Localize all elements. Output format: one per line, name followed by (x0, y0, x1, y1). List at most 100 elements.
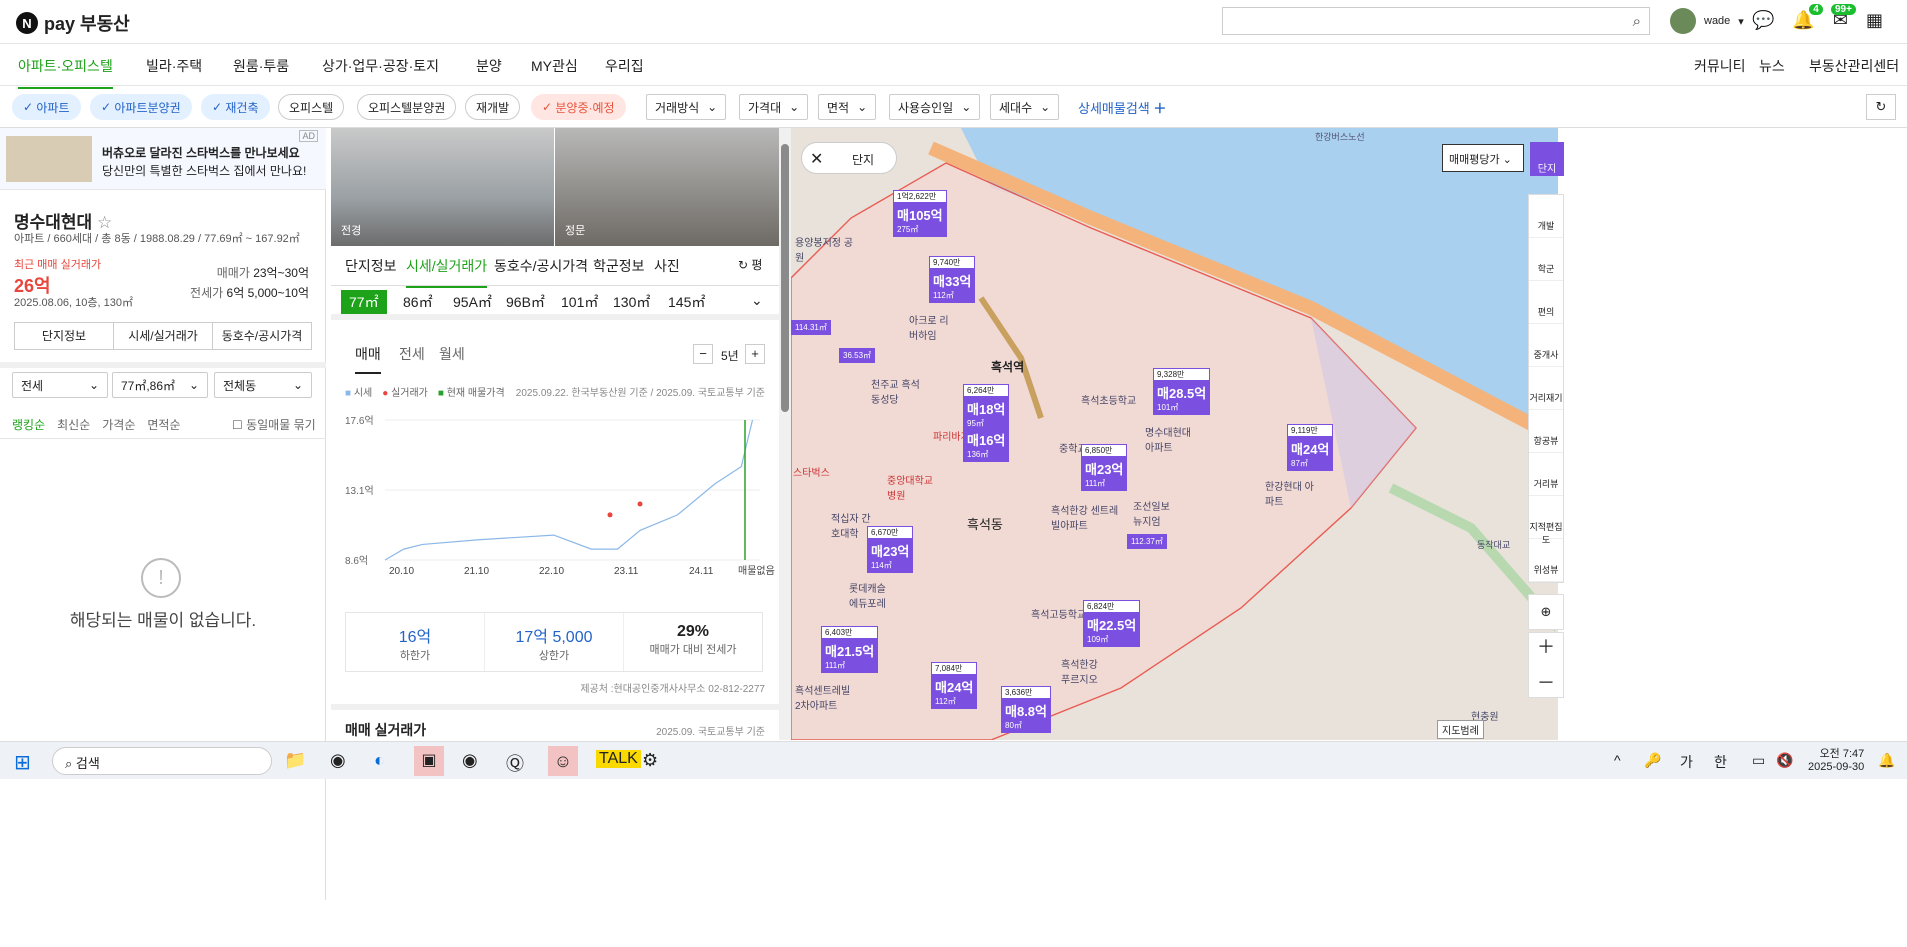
price-type-select[interactable]: 매매평당가 ⌄ (1442, 144, 1524, 172)
nav-apartment[interactable]: 아파트·오피스텔 (18, 56, 113, 89)
nav-news[interactable]: 뉴스 (1759, 56, 1785, 76)
select-dong[interactable]: 전체동 ⌄ (214, 372, 312, 398)
deal-tab-jeonse[interactable]: 전세 (399, 344, 425, 364)
notification-icon[interactable]: 🔔 (1878, 752, 1895, 769)
size-77[interactable]: 77㎡ (341, 290, 387, 314)
chip-officetel[interactable]: 오피스텔 (278, 94, 345, 120)
price-marker[interactable]: 1억2,622만 매105억 275㎡ (893, 190, 947, 237)
chip-rebuild[interactable]: ✓ 재건축 (201, 94, 270, 120)
nav-villa[interactable]: 빌라·주택 (146, 56, 202, 76)
dd-price[interactable]: 가격대 ⌄ (739, 94, 809, 120)
nav-oneroom[interactable]: 원룸·투룸 (233, 56, 289, 76)
tab-photo[interactable]: 사진 (654, 256, 680, 276)
network-app-icon[interactable]: ⚙ (642, 750, 658, 771)
zoom-out-button[interactable]: － (1529, 669, 1563, 695)
apps-grid-icon[interactable]: ▦ (1866, 10, 1883, 31)
select-size[interactable]: 77㎡,86㎡ ⌄ (112, 372, 208, 398)
nav-home[interactable]: 우리집 (605, 56, 644, 76)
ime-mode[interactable]: 한 (1714, 752, 1727, 772)
search-icon[interactable]: ⌕ (1633, 13, 1641, 30)
ad-banner[interactable]: AD 버츄오로 달라진 스타벅스를 만나보세요 당신만의 특별한 스타벅스 집에… (0, 128, 326, 190)
logo[interactable]: Npay 부동산 (16, 10, 130, 36)
btn-price[interactable]: 시세/실거래가 (114, 323, 213, 349)
nav-community[interactable]: 커뮤니티 (1694, 56, 1746, 76)
sort-ranking[interactable]: 랭킹순 (12, 416, 45, 433)
size-130[interactable]: 130㎡ (613, 292, 650, 312)
windows-start-icon[interactable]: ⊞ (14, 750, 31, 775)
price-marker[interactable]: 9,740만 매33억 112㎡ (929, 256, 976, 303)
dd-households[interactable]: 세대수 ⌄ (990, 94, 1060, 120)
price-marker[interactable]: 36.53㎡ (839, 348, 876, 363)
tab-price[interactable]: 시세/실거래가 (406, 256, 488, 288)
detail-search-button[interactable]: 상세매물검색 ＋ (1078, 98, 1166, 117)
price-marker[interactable]: 112.37㎡ (1127, 534, 1167, 549)
deal-tab-sale[interactable]: 매매 (355, 344, 381, 374)
chat-icon[interactable]: 💬 (1752, 10, 1774, 31)
tab-unit[interactable]: 동호수/공시가격 (494, 256, 588, 276)
search-input[interactable]: ⌕ (1222, 7, 1650, 35)
select-deal[interactable]: 전세 ⌄ (12, 372, 108, 398)
price-marker[interactable]: 6,403만 매21.5억 111㎡ (821, 626, 879, 673)
mail-icon[interactable]: ✉ 99+ (1830, 4, 1856, 31)
nav-commercial[interactable]: 상가·업무·공장·토지 (322, 56, 439, 76)
chrome-icon[interactable]: ◉ (330, 750, 346, 771)
price-marker[interactable]: 9,119만 매24억 87㎡ (1287, 424, 1334, 471)
dd-area[interactable]: 면적 ⌄ (818, 94, 877, 120)
deal-tab-monthly[interactable]: 월세 (439, 344, 465, 364)
price-marker[interactable]: 매16억 136㎡ (963, 428, 1010, 462)
tab-complex-info[interactable]: 단지정보 (345, 256, 397, 276)
pyeong-toggle[interactable]: ↻ 평 (738, 256, 762, 273)
map-tool-편의[interactable]: 편의 (1529, 281, 1563, 324)
dd-deal-type[interactable]: 거래방식 ⌄ (646, 94, 727, 120)
kakaotalk-icon[interactable]: TALK (596, 750, 641, 768)
chip-apartment[interactable]: ✓ 아파트 (12, 94, 81, 120)
scrollbar-thumb[interactable] (781, 144, 789, 412)
map-tool-중개사[interactable]: 중개사 (1529, 324, 1563, 367)
user-menu[interactable]: wade ▾ (1670, 8, 1744, 34)
price-marker[interactable]: 6,824만 매22.5억 109㎡ (1083, 600, 1141, 647)
chevron-down-icon[interactable]: ⌄ (751, 292, 763, 309)
scrollbar[interactable] (779, 128, 791, 740)
map-tool-거리뷰[interactable]: 거리뷰 (1529, 453, 1563, 496)
price-marker[interactable]: 7,084만 매24억 112㎡ (931, 662, 978, 709)
chip-redevelop[interactable]: 재개발 (465, 94, 521, 120)
map-legend-button[interactable]: 지도범례 (1437, 720, 1484, 739)
chip-apartment-presale[interactable]: ✓ 아파트분양권 (90, 94, 192, 120)
ime-hangul[interactable]: 가 (1680, 752, 1693, 772)
nav-my[interactable]: MY관심 (531, 56, 578, 76)
sort-latest[interactable]: 최신순 (57, 416, 90, 433)
file-explorer-icon[interactable]: 📁 (284, 750, 306, 771)
map-tool-학군[interactable]: 학군 (1529, 238, 1563, 281)
price-marker[interactable]: 9,328만 매28.5억 101㎡ (1153, 368, 1211, 415)
edge-icon[interactable]: ◐ (374, 750, 385, 771)
price-marker[interactable]: 3,636만 매8.8억 80㎡ (1001, 686, 1051, 733)
sort-area[interactable]: 면적순 (147, 416, 180, 433)
size-86[interactable]: 86㎡ (403, 292, 433, 312)
zoom-in-button[interactable]: ＋ (1529, 633, 1563, 659)
nav-presale[interactable]: 분양 (476, 56, 502, 76)
tray-app-icon[interactable]: 🔑 (1644, 752, 1661, 769)
chrome-profile-icon[interactable]: ◉ (462, 750, 478, 771)
map-tool-항공뷰[interactable]: 항공뷰 (1529, 410, 1563, 453)
price-marker[interactable]: 6,670만 매23억 114㎡ (867, 526, 914, 573)
group-checkbox[interactable]: ☐ 동일매물 묶기 (232, 416, 316, 433)
volume-icon[interactable]: 🔇 (1776, 752, 1793, 769)
map-tool-거리재기[interactable]: 거리재기 (1529, 367, 1563, 410)
size-96b[interactable]: 96B㎡ (506, 292, 545, 312)
size-145[interactable]: 145㎡ (668, 292, 705, 312)
sort-price[interactable]: 가격순 (102, 416, 135, 433)
price-marker[interactable]: 6,264만 매18억 95㎡ (963, 384, 1010, 431)
price-marker[interactable]: 6,850만 매23억 111㎡ (1081, 444, 1128, 491)
photo-overview[interactable]: 전경 (331, 128, 554, 246)
network-icon[interactable]: ▭ (1752, 752, 1765, 769)
refresh-icon[interactable]: ↻ (1866, 94, 1896, 120)
period-plus[interactable]: + (745, 344, 765, 364)
clock[interactable]: 오전 7:47 2025-09-30 (1808, 745, 1864, 773)
map-tool-개발[interactable]: 개발 (1529, 195, 1563, 238)
btn-complex-info[interactable]: 단지정보 (15, 323, 114, 349)
size-95a[interactable]: 95A㎡ (453, 292, 492, 312)
q-app-icon[interactable]: Ⓠ (506, 750, 524, 776)
map-filter-pill[interactable]: ✕ 단지 (801, 142, 897, 174)
map-view[interactable]: ✕ 단지 흑석동 흑석역 한강버스노선 흑석초등학교 명수대현대 아파트 한강현… (791, 128, 1558, 740)
btn-unit[interactable]: 동호수/공시가격 (213, 323, 311, 349)
